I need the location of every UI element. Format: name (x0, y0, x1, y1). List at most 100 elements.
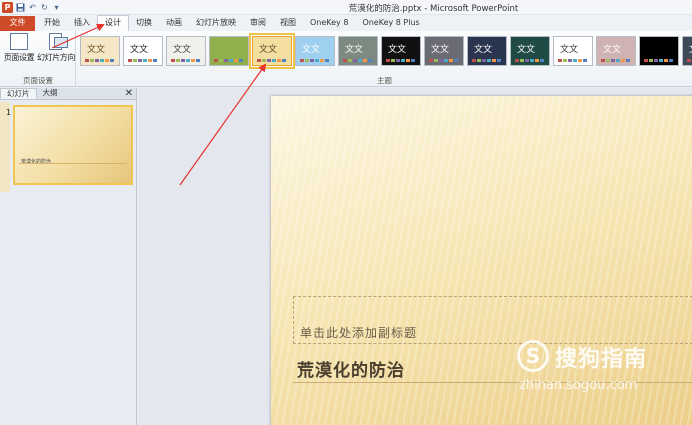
theme-color-swatch (219, 59, 223, 62)
theme-color-swatch (449, 59, 453, 62)
window-title: 荒漠化的防治.pptx - Microsoft PowerPoint (348, 4, 519, 14)
slide-number: 1 (6, 108, 12, 117)
theme-thumbnail[interactable]: 文文 (381, 36, 421, 66)
theme-color-swatch (95, 59, 99, 62)
ribbon-design: 页面设置 幻灯片方向 页面设置 文文 文文 文文 文文 文文 文文 文文 文文 文文 文文 文文 文文… (0, 31, 692, 87)
theme-color-swatch (90, 59, 94, 62)
page-setup-label: 页面设置 (3, 53, 35, 62)
theme-thumbnail[interactable]: 文文 (295, 36, 335, 66)
tab-slideshow[interactable]: 幻灯片放映 (189, 16, 243, 31)
theme-label: 文文 (603, 45, 622, 55)
theme-color-swatch (100, 59, 104, 62)
slides-pane: 幻灯片 大纲 ✕ 1 荒漠化的防治 (0, 88, 137, 425)
theme-color-swatches (300, 59, 329, 62)
slide-orientation-label: 幻灯片方向 (37, 53, 75, 62)
slide-orientation-icon (48, 33, 68, 50)
theme-color-swatch (171, 59, 175, 62)
theme-thumbnail[interactable]: 文文 (553, 36, 593, 66)
theme-color-swatch (654, 59, 658, 62)
tab-design[interactable]: 设计 (97, 15, 129, 31)
theme-color-swatch (601, 59, 605, 62)
tab-transitions[interactable]: 切换 (129, 16, 159, 31)
tab-onekey8[interactable]: OneKey 8 (303, 16, 355, 31)
theme-color-swatch (558, 59, 562, 62)
theme-thumbnail[interactable] (209, 36, 249, 66)
theme-color-swatch (272, 59, 276, 62)
theme-color-swatch (214, 59, 218, 62)
theme-color-swatch (406, 59, 410, 62)
theme-color-swatches (386, 59, 415, 62)
theme-color-swatch (300, 59, 304, 62)
theme-color-swatch (386, 59, 390, 62)
theme-color-swatch (110, 59, 114, 62)
slide-title[interactable]: 荒漠化的防治 (297, 356, 405, 381)
theme-color-swatches (128, 59, 157, 62)
theme-thumbnail[interactable]: 文文 (510, 36, 550, 66)
theme-color-swatches (558, 59, 587, 62)
theme-thumbnail[interactable]: 文 (682, 36, 692, 66)
sogou-watermark: S 搜狗指南 zhinan.sogou.com (517, 340, 687, 400)
tab-insert[interactable]: 插入 (67, 16, 97, 31)
theme-label: 文文 (130, 45, 149, 55)
slide-thumbnail[interactable]: 荒漠化的防治 (13, 105, 133, 185)
theme-color-swatch (239, 59, 243, 62)
theme-thumbnail[interactable]: 文文 (123, 36, 163, 66)
close-icon[interactable]: ✕ (125, 88, 133, 99)
theme-color-swatches (472, 59, 501, 62)
theme-label: 文文 (345, 45, 364, 55)
theme-label: 文文 (560, 45, 579, 55)
tab-outline[interactable]: 大纲 (37, 88, 64, 99)
theme-color-swatch (153, 59, 157, 62)
theme-color-swatch (520, 59, 524, 62)
theme-color-swatch (267, 59, 271, 62)
theme-color-swatches (429, 59, 458, 62)
theme-color-swatch (348, 59, 352, 62)
page-setup-group: 页面设置 幻灯片方向 页面设置 (0, 31, 76, 87)
watermark-brand: 搜狗指南 (555, 347, 648, 372)
watermark-url: zhinan.sogou.com (519, 378, 638, 393)
tab-file[interactable]: 文件 (0, 16, 35, 31)
theme-thumbnail[interactable]: 文文 (338, 36, 378, 66)
theme-thumbnail[interactable]: 文文 (467, 36, 507, 66)
theme-color-swatch (315, 59, 319, 62)
slide-orientation-button[interactable]: 幻灯片方向 (37, 33, 75, 67)
theme-color-swatch (396, 59, 400, 62)
tab-review[interactable]: 审阅 (243, 16, 273, 31)
theme-color-swatch (664, 59, 668, 62)
theme-color-swatch (687, 59, 691, 62)
theme-label: 文文 (431, 45, 450, 55)
theme-color-swatch (229, 59, 233, 62)
theme-color-swatch (353, 59, 357, 62)
theme-color-swatch (540, 59, 544, 62)
theme-color-swatch (257, 59, 261, 62)
theme-color-swatch (262, 59, 266, 62)
page-setup-button[interactable]: 页面设置 (1, 33, 37, 67)
subtitle-placeholder[interactable]: 单击此处添加副标题 (293, 296, 692, 344)
theme-thumbnail[interactable]: 文文 (249, 33, 295, 69)
ribbon-tabs: 文件 开始 插入 设计 切换 动画 幻灯片放映 审阅 视图 OneKey 8 O… (0, 15, 692, 31)
theme-color-swatches (515, 59, 544, 62)
theme-color-swatch (138, 59, 142, 62)
theme-label: 文文 (173, 45, 192, 55)
page-setup-group-label: 页面设置 (23, 76, 53, 85)
theme-color-swatch (181, 59, 185, 62)
theme-color-swatch (530, 59, 534, 62)
theme-color-swatches (85, 59, 114, 62)
theme-color-swatch (282, 59, 286, 62)
tab-slides[interactable]: 幻灯片 (0, 88, 37, 99)
tab-home[interactable]: 开始 (37, 16, 67, 31)
theme-thumbnail[interactable] (639, 36, 679, 66)
tab-animations[interactable]: 动画 (159, 16, 189, 31)
theme-label: 文文 (259, 45, 278, 55)
theme-thumbnail[interactable]: 文文 (80, 36, 120, 66)
tab-view[interactable]: 视图 (273, 16, 303, 31)
theme-color-swatch (525, 59, 529, 62)
themes-group: 文文文文文文文文文文文文文文文文文文文文文文文文文 主题 (77, 31, 692, 87)
tab-onekey8-plus[interactable]: OneKey 8 Plus (355, 16, 426, 31)
theme-color-swatch (434, 59, 438, 62)
theme-thumbnail[interactable]: 文文 (596, 36, 636, 66)
theme-thumbnail[interactable]: 文文 (424, 36, 464, 66)
theme-color-swatches (601, 59, 630, 62)
theme-thumbnail[interactable]: 文文 (166, 36, 206, 66)
pane-tabs: 幻灯片 大纲 ✕ (0, 88, 136, 100)
